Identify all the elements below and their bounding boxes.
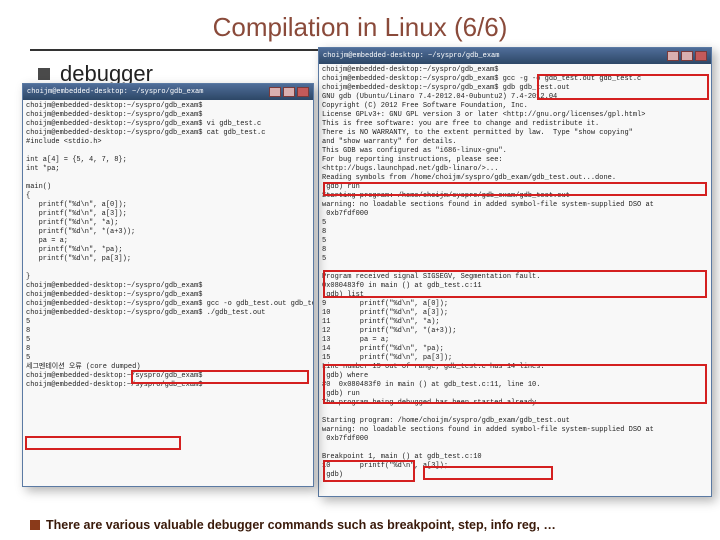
terminal-left-title: choijm@embedded-desktop: ~/syspro/gdb_ex… [27, 88, 203, 97]
footer: There are various valuable debugger comm… [30, 518, 710, 532]
close-icon[interactable] [297, 87, 309, 97]
titlebar-buttons [269, 87, 309, 97]
terminal-right-body: choijm@embedded-desktop:~/syspro/gdb_exa… [319, 64, 711, 496]
close-icon[interactable] [695, 51, 707, 61]
minimize-icon[interactable] [667, 51, 679, 61]
titlebar-buttons [667, 51, 707, 61]
bullet-square-icon [38, 68, 50, 80]
minimize-icon[interactable] [269, 87, 281, 97]
maximize-icon[interactable] [283, 87, 295, 97]
terminal-right-title: choijm@embedded-desktop: ~/syspro/gdb_ex… [323, 52, 499, 61]
terminal-left-body: choijm@embedded-desktop:~/syspro/gdb_exa… [23, 100, 313, 486]
footer-text: There are various valuable debugger comm… [46, 518, 556, 532]
slide: Compilation in Linux (6/6) debugger choi… [0, 0, 720, 540]
footer-bullet-icon [30, 520, 40, 530]
terminal-left-titlebar: choijm@embedded-desktop: ~/syspro/gdb_ex… [23, 84, 313, 100]
terminal-right: choijm@embedded-desktop: ~/syspro/gdb_ex… [318, 47, 712, 497]
slide-title: Compilation in Linux (6/6) [30, 12, 690, 43]
terminal-left: choijm@embedded-desktop: ~/syspro/gdb_ex… [22, 83, 314, 487]
screenshot-area: choijm@embedded-desktop: ~/syspro/gdb_ex… [30, 93, 690, 491]
maximize-icon[interactable] [681, 51, 693, 61]
terminal-right-titlebar: choijm@embedded-desktop: ~/syspro/gdb_ex… [319, 48, 711, 64]
